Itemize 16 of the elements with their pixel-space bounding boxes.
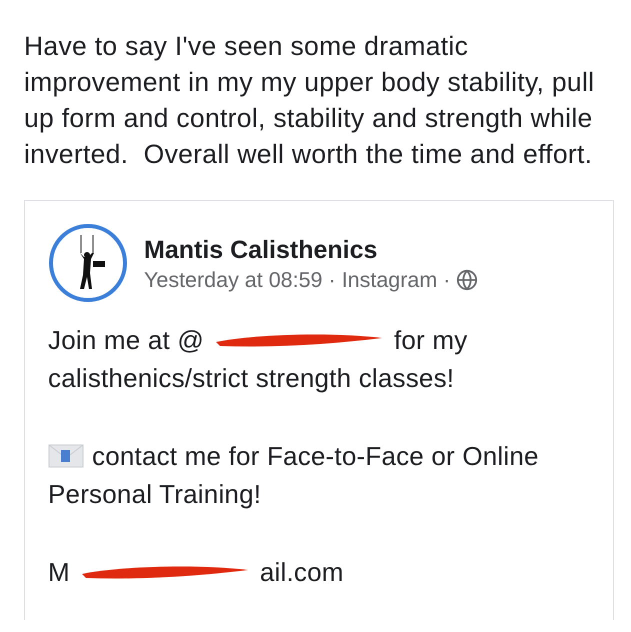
post-source: Instagram (342, 268, 438, 292)
separator: · (443, 268, 450, 292)
avatar-logo[interactable] (48, 223, 128, 303)
post-text: M (48, 556, 70, 589)
comment-text: Have to say I've seen some dramatic improvement in my my upper body stability, pull up form and control, stability and strength while inverted. Overall well worth the time and effort. (24, 30, 596, 171)
page-name[interactable]: Mantis Calisthenics (144, 234, 478, 266)
post-text: Personal Training! (48, 478, 262, 511)
post-text: contact me for Face-to-Face or Online (92, 440, 539, 473)
envelope-icon (48, 444, 84, 468)
post-time[interactable]: Yesterday at 08:59 (144, 268, 323, 292)
post-text: ail.com (260, 556, 344, 589)
separator: · (328, 268, 336, 292)
globe-icon (456, 269, 478, 291)
post-text: Join me at @ (48, 324, 204, 357)
post-text: calisthenics/strict strength classes! (48, 362, 454, 395)
post-text: for my (394, 324, 468, 357)
